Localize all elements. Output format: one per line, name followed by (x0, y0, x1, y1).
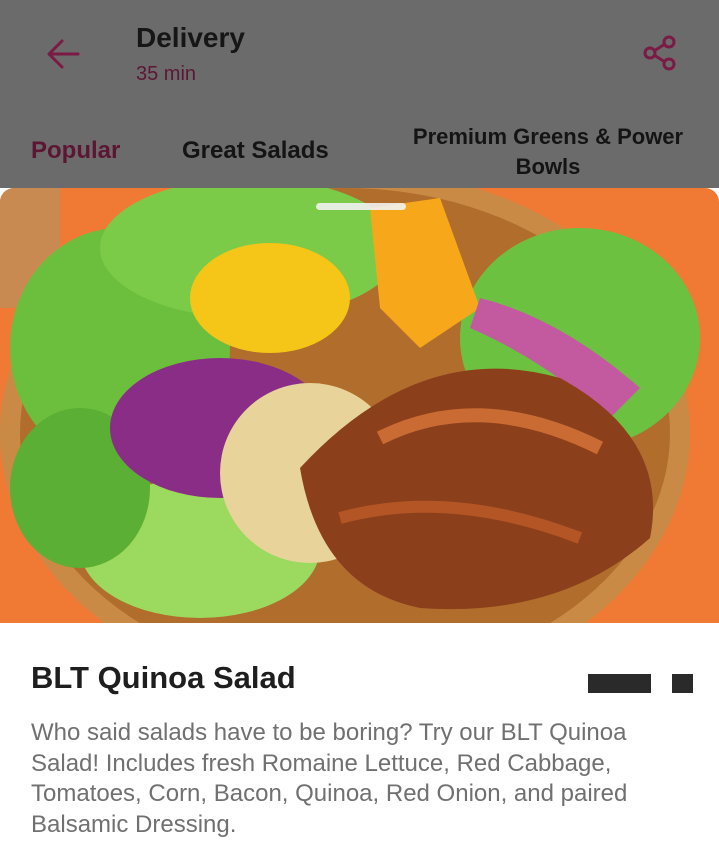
redacted-block (588, 674, 651, 693)
header-overlay: Delivery 35 min Popular Great Salads Pre… (0, 0, 719, 188)
item-description: Who said salads have to be boring? Try o… (31, 719, 628, 838)
delivery-time: 35 min (136, 63, 197, 85)
tab-great-salads[interactable]: Great Salads (182, 137, 329, 165)
share-icon (643, 35, 676, 71)
arrow-left-icon (47, 39, 80, 69)
share-button[interactable] (641, 34, 679, 72)
tab-premium-greens[interactable]: Premium Greens & Power Bowls (406, 122, 690, 182)
salad-photo (0, 188, 719, 698)
redacted-block (672, 674, 693, 693)
back-button[interactable] (44, 36, 84, 72)
page-title: Delivery (136, 22, 245, 53)
sheet-drag-handle[interactable] (316, 203, 406, 210)
item-title: BLT Quinoa Salad (31, 660, 296, 695)
tab-popular[interactable]: Popular (31, 137, 120, 165)
